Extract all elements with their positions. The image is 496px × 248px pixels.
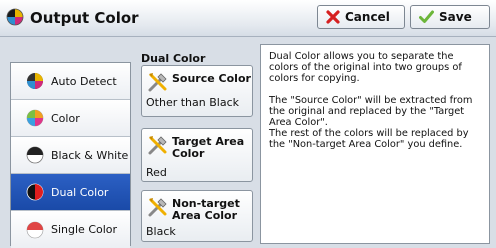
dual-color-heading: Dual Color <box>141 52 206 65</box>
target-area-color-button[interactable]: Target Area Color Red <box>141 128 253 182</box>
color-mode-list: Auto Detect Color Black & White Dual Col… <box>10 62 131 248</box>
single-color-icon <box>26 221 44 238</box>
non-target-area-color-value: Black <box>146 225 176 238</box>
dual-color-icon <box>26 183 44 201</box>
save-check-icon <box>419 10 434 23</box>
title-bar: Output Color Cancel Save <box>0 0 496 37</box>
cancel-label: Cancel <box>345 10 390 24</box>
target-area-color-value: Red <box>146 166 167 179</box>
option-single-color[interactable]: Single Color <box>11 211 130 248</box>
cancel-x-icon <box>326 10 340 24</box>
tools-icon <box>148 136 167 155</box>
source-color-button[interactable]: Source Color Other than Black <box>141 65 253 117</box>
target-area-color-title: Target Area Color <box>172 135 245 160</box>
option-black-white[interactable]: Black & White <box>11 137 130 174</box>
page-title: Output Color <box>30 9 139 27</box>
output-color-icon <box>6 8 24 26</box>
cancel-button[interactable]: Cancel <box>317 5 405 29</box>
tools-icon <box>148 73 167 92</box>
option-label: Black & White <box>51 148 129 162</box>
tools-icon <box>148 198 167 217</box>
option-label: Auto Detect <box>51 74 117 88</box>
description-panel: Dual Color allows you to separate the co… <box>260 44 490 244</box>
option-auto-detect[interactable]: Auto Detect <box>11 63 130 100</box>
description-paragraph: The "Source Color" will be extracted fro… <box>269 95 473 128</box>
save-label: Save <box>439 10 472 24</box>
description-paragraph: The rest of the colors will be replaced … <box>269 128 469 150</box>
source-color-title: Source Color <box>172 72 251 85</box>
option-label: Color <box>51 111 80 125</box>
option-label: Dual Color <box>51 185 109 199</box>
non-target-area-color-title: Non-target Area Color <box>172 197 240 222</box>
description-paragraph: Dual Color allows you to separate the co… <box>269 51 462 84</box>
option-dual-color[interactable]: Dual Color <box>11 174 130 211</box>
color-icon <box>26 109 44 127</box>
save-button[interactable]: Save <box>410 5 490 29</box>
source-color-value: Other than Black <box>146 96 239 109</box>
auto-detect-icon <box>27 73 43 89</box>
option-color[interactable]: Color <box>11 100 130 137</box>
black-white-icon <box>26 146 44 164</box>
non-target-area-color-button[interactable]: Non-target Area Color Black <box>141 190 253 242</box>
option-label: Single Color <box>51 223 118 236</box>
